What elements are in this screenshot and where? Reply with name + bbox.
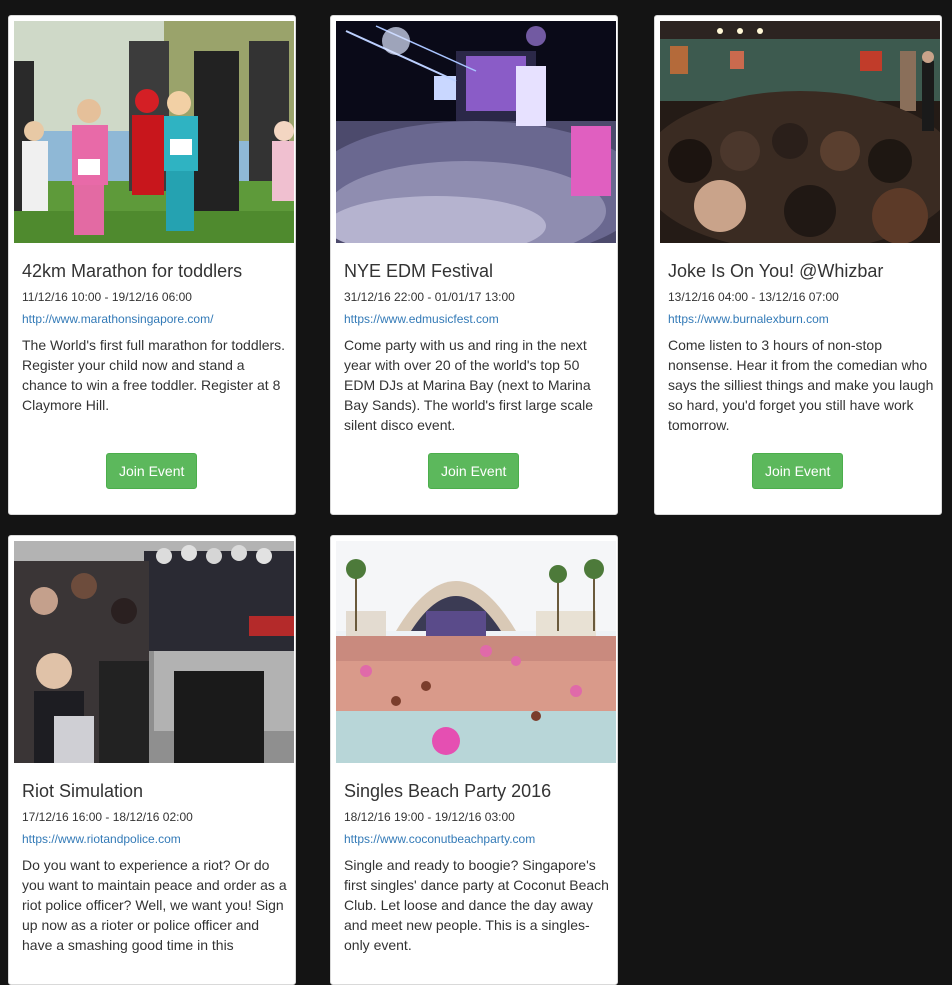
event-image-beach-party bbox=[336, 541, 616, 763]
event-title: 42km Marathon for toddlers bbox=[22, 261, 243, 281]
event-image-comedy-bar bbox=[660, 21, 940, 243]
event-title: Riot Simulation bbox=[22, 781, 144, 801]
event-card: Singles Beach Party 2016 18/12/16 19:00 … bbox=[330, 535, 618, 985]
event-title: NYE EDM Festival bbox=[344, 261, 494, 281]
event-dates: 31/12/16 22:00 - 01/01/17 13:00 bbox=[344, 290, 515, 304]
join-event-button[interactable]: Join Event bbox=[106, 453, 198, 489]
event-description: Single and ready to boogie? Singapore's … bbox=[344, 857, 609, 953]
event-image-marathon bbox=[14, 21, 294, 243]
event-url-link[interactable]: https://www.coconutbeachparty.com bbox=[344, 832, 535, 846]
event-description: The World's first full marathon for todd… bbox=[22, 337, 286, 413]
event-dates: 18/12/16 19:00 - 19/12/16 03:00 bbox=[344, 810, 515, 824]
event-title: Joke Is On You! @Whizbar bbox=[668, 261, 884, 281]
event-card: 42km Marathon for toddlers 11/12/16 10:0… bbox=[8, 15, 296, 515]
event-url-link[interactable]: http://www.marathonsingapore.com/ bbox=[22, 312, 213, 326]
event-url-link[interactable]: https://www.riotandpolice.com bbox=[22, 832, 181, 846]
event-description: Do you want to experience a riot? Or do … bbox=[22, 857, 287, 953]
event-url-link[interactable]: https://www.edmusicfest.com bbox=[344, 312, 499, 326]
event-card: NYE EDM Festival 31/12/16 22:00 - 01/01/… bbox=[330, 15, 618, 515]
event-title: Singles Beach Party 2016 bbox=[344, 781, 552, 801]
event-description: Come party with us and ring in the next … bbox=[344, 337, 594, 433]
event-dates: 17/12/16 16:00 - 18/12/16 02:00 bbox=[22, 810, 193, 824]
join-event-button[interactable]: Join Event bbox=[428, 453, 520, 489]
join-event-button[interactable]: Join Event bbox=[752, 453, 844, 489]
event-description: Come listen to 3 hours of non-stop nonse… bbox=[668, 337, 934, 433]
event-image-riot bbox=[14, 541, 294, 763]
event-dates: 11/12/16 10:00 - 19/12/16 06:00 bbox=[22, 290, 192, 304]
event-card: Joke Is On You! @Whizbar 13/12/16 04:00 … bbox=[654, 15, 942, 515]
event-dates: 13/12/16 04:00 - 13/12/16 07:00 bbox=[668, 290, 839, 304]
event-image-edm-festival bbox=[336, 21, 616, 243]
event-card: Riot Simulation 17/12/16 16:00 - 18/12/1… bbox=[8, 535, 296, 985]
event-url-link[interactable]: https://www.burnalexburn.com bbox=[668, 312, 829, 326]
